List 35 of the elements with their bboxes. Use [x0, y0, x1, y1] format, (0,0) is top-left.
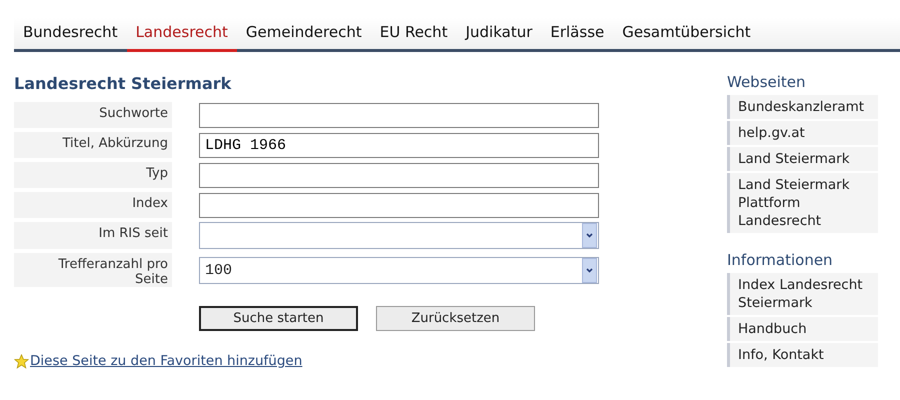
page-title: Landesrecht Steiermark	[14, 74, 232, 93]
nav-tab[interactable]: EU Recht	[370, 17, 457, 52]
chevron-down-icon	[582, 223, 597, 248]
sidebar-link[interactable]: Handbuch	[727, 317, 878, 341]
sidebar-link[interactable]: help.gv.at	[727, 121, 878, 145]
nav-tab[interactable]: Bundesrecht	[14, 17, 127, 52]
star-icon	[14, 354, 29, 368]
form-button[interactable]: Zurücksetzen	[376, 306, 535, 331]
sidebar-link[interactable]: Land Steiermark Plattform Landesrecht	[727, 173, 878, 233]
form-button[interactable]: Suche starten	[199, 306, 358, 331]
input-field[interactable]: LDHG 1966	[199, 132, 599, 158]
nav-tab[interactable]: Gemeinderecht	[236, 17, 371, 52]
sidebar-heading: Webseiten	[727, 73, 807, 91]
input-field[interactable]	[199, 102, 599, 128]
sidebar-link[interactable]: Bundeskanzleramt	[727, 95, 878, 119]
chevron-down-icon	[582, 258, 597, 282]
input-field[interactable]	[199, 192, 599, 218]
field-label: Im RIS seit	[14, 222, 172, 249]
dropdown[interactable]: 100	[199, 256, 599, 284]
input-field[interactable]	[199, 162, 599, 188]
field-label: Typ	[14, 162, 172, 188]
nav-tab[interactable]: Gesamtübersicht	[613, 17, 760, 52]
sidebar-heading: Informationen	[727, 251, 834, 269]
field-label: Index	[14, 192, 172, 218]
nav-tab[interactable]: Erlässe	[541, 17, 614, 52]
field-label: Trefferanzahl pro Seite	[14, 253, 172, 287]
dropdown[interactable]	[199, 222, 599, 249]
nav-tab[interactable]: Judikatur	[456, 17, 542, 52]
sidebar-link[interactable]: Index Landesrecht Steiermark	[727, 273, 878, 315]
field-label: Suchworte	[14, 102, 172, 128]
nav-tab[interactable]: Landesrecht	[126, 17, 237, 52]
sidebar-link[interactable]: Land Steiermark	[727, 147, 878, 171]
favorites-link[interactable]: Diese Seite zu den Favoriten hinzufügen	[30, 353, 302, 369]
field-label: Titel, Abkürzung	[14, 132, 172, 158]
sidebar-link[interactable]: Info, Kontakt	[727, 343, 878, 367]
